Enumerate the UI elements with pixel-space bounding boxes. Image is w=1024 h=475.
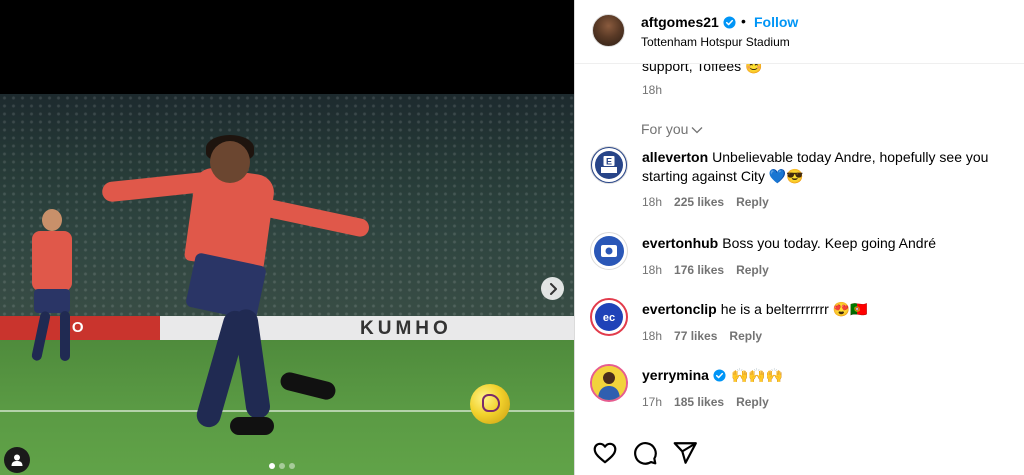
comment-body: evertonhub Boss you today. Keep going And… <box>642 234 1012 253</box>
comment-text: 🙌🙌🙌 <box>730 367 784 383</box>
chevron-right-icon <box>549 282 557 295</box>
user-tag-icon <box>11 454 23 466</box>
comment-meta: 17h 185 likes Reply <box>642 395 781 409</box>
follow-button[interactable]: Follow <box>754 14 798 30</box>
author-avatar[interactable] <box>592 14 625 47</box>
comment-meta: 18h 176 likes Reply <box>642 263 781 277</box>
comment-text: he is a belterrrrrrr 😍🇵🇹 <box>720 301 868 317</box>
comment-username[interactable]: evertonclip <box>642 301 717 317</box>
avatar-letter: E <box>606 157 612 167</box>
carousel-indicator <box>269 463 295 469</box>
commenter-avatar[interactable] <box>590 232 628 270</box>
comment-likes[interactable]: 225 likes <box>674 195 724 209</box>
comment-button[interactable] <box>632 440 658 466</box>
share-button[interactable] <box>672 440 698 466</box>
comment-likes[interactable]: 185 likes <box>674 395 724 409</box>
carousel-dot-active <box>269 463 275 469</box>
comment-username[interactable]: alleverton <box>642 149 708 165</box>
post-details-panel: aftgomes21 • Follow Tottenham Hotspur St… <box>574 0 1024 475</box>
comment-time: 17h <box>642 395 663 409</box>
post-actions-bar <box>575 430 1024 475</box>
everton-badge-icon: E <box>592 148 626 182</box>
carousel-dot <box>289 463 295 469</box>
commenter-avatar[interactable]: ec <box>590 298 628 336</box>
comment-text: Boss you today. Keep going André <box>722 235 937 251</box>
clip-badge-icon: ec <box>595 303 623 331</box>
chevron-down-icon <box>692 127 703 134</box>
comment-time: 18h <box>642 195 663 209</box>
post-header: aftgomes21 • Follow Tottenham Hotspur St… <box>575 0 1024 64</box>
post-location[interactable]: Tottenham Hotspur Stadium <box>641 35 790 49</box>
comment-username[interactable]: yerrymina <box>642 367 709 383</box>
comments-filter-label: For you <box>641 121 689 137</box>
comments-list[interactable]: support, Toffees 😊 18h For you E allever… <box>575 64 1024 430</box>
heart-icon <box>593 442 617 464</box>
kicking-player <box>100 135 380 475</box>
author-username[interactable]: aftgomes21 <box>641 14 719 30</box>
comment-likes[interactable]: 176 likes <box>674 263 724 277</box>
comment-icon <box>634 442 657 465</box>
verified-badge-icon <box>723 16 736 29</box>
previous-comment-time: 18h <box>642 83 663 97</box>
verified-badge-icon <box>713 369 726 382</box>
comment-body: evertonclip he is a belterrrrrrr 😍🇵🇹 <box>642 300 1012 319</box>
profile-photo-icon <box>592 366 626 400</box>
carousel-dot <box>279 463 285 469</box>
background-player <box>24 209 84 369</box>
separator-dot: • <box>741 13 746 29</box>
commenter-avatar[interactable]: E <box>590 146 628 184</box>
comment-body: alleverton Unbelievable today Andre, hope… <box>642 148 1012 186</box>
comment-body: yerrymina 🙌🙌🙌 <box>642 366 1012 385</box>
commenter-avatar[interactable] <box>590 364 628 402</box>
reply-button[interactable]: Reply <box>736 395 769 409</box>
reply-button[interactable]: Reply <box>729 329 762 343</box>
post-photo: HO KUMHO <box>0 94 574 475</box>
comments-filter[interactable]: For you <box>641 121 703 137</box>
author-username-row[interactable]: aftgomes21 <box>641 14 736 30</box>
user-tag-button[interactable] <box>4 447 30 473</box>
like-button[interactable] <box>592 440 618 466</box>
comment-meta: 18h 225 likes Reply <box>642 195 781 209</box>
post-media[interactable]: HO KUMHO <box>0 0 574 475</box>
comment-time: 18h <box>642 263 663 277</box>
reply-button[interactable]: Reply <box>736 195 769 209</box>
football <box>470 384 510 424</box>
comment-username[interactable]: evertonhub <box>642 235 718 251</box>
avatar-letters: ec <box>603 312 615 324</box>
comment-meta: 18h 77 likes Reply <box>642 329 774 343</box>
comment-time: 18h <box>642 329 663 343</box>
carousel-next-button[interactable] <box>541 277 564 300</box>
reply-button[interactable]: Reply <box>736 263 769 277</box>
camera-badge-icon <box>594 236 624 266</box>
comment-likes[interactable]: 77 likes <box>674 329 717 343</box>
share-icon <box>673 442 697 464</box>
previous-comment-text: support, Toffees 😊 <box>642 64 763 74</box>
